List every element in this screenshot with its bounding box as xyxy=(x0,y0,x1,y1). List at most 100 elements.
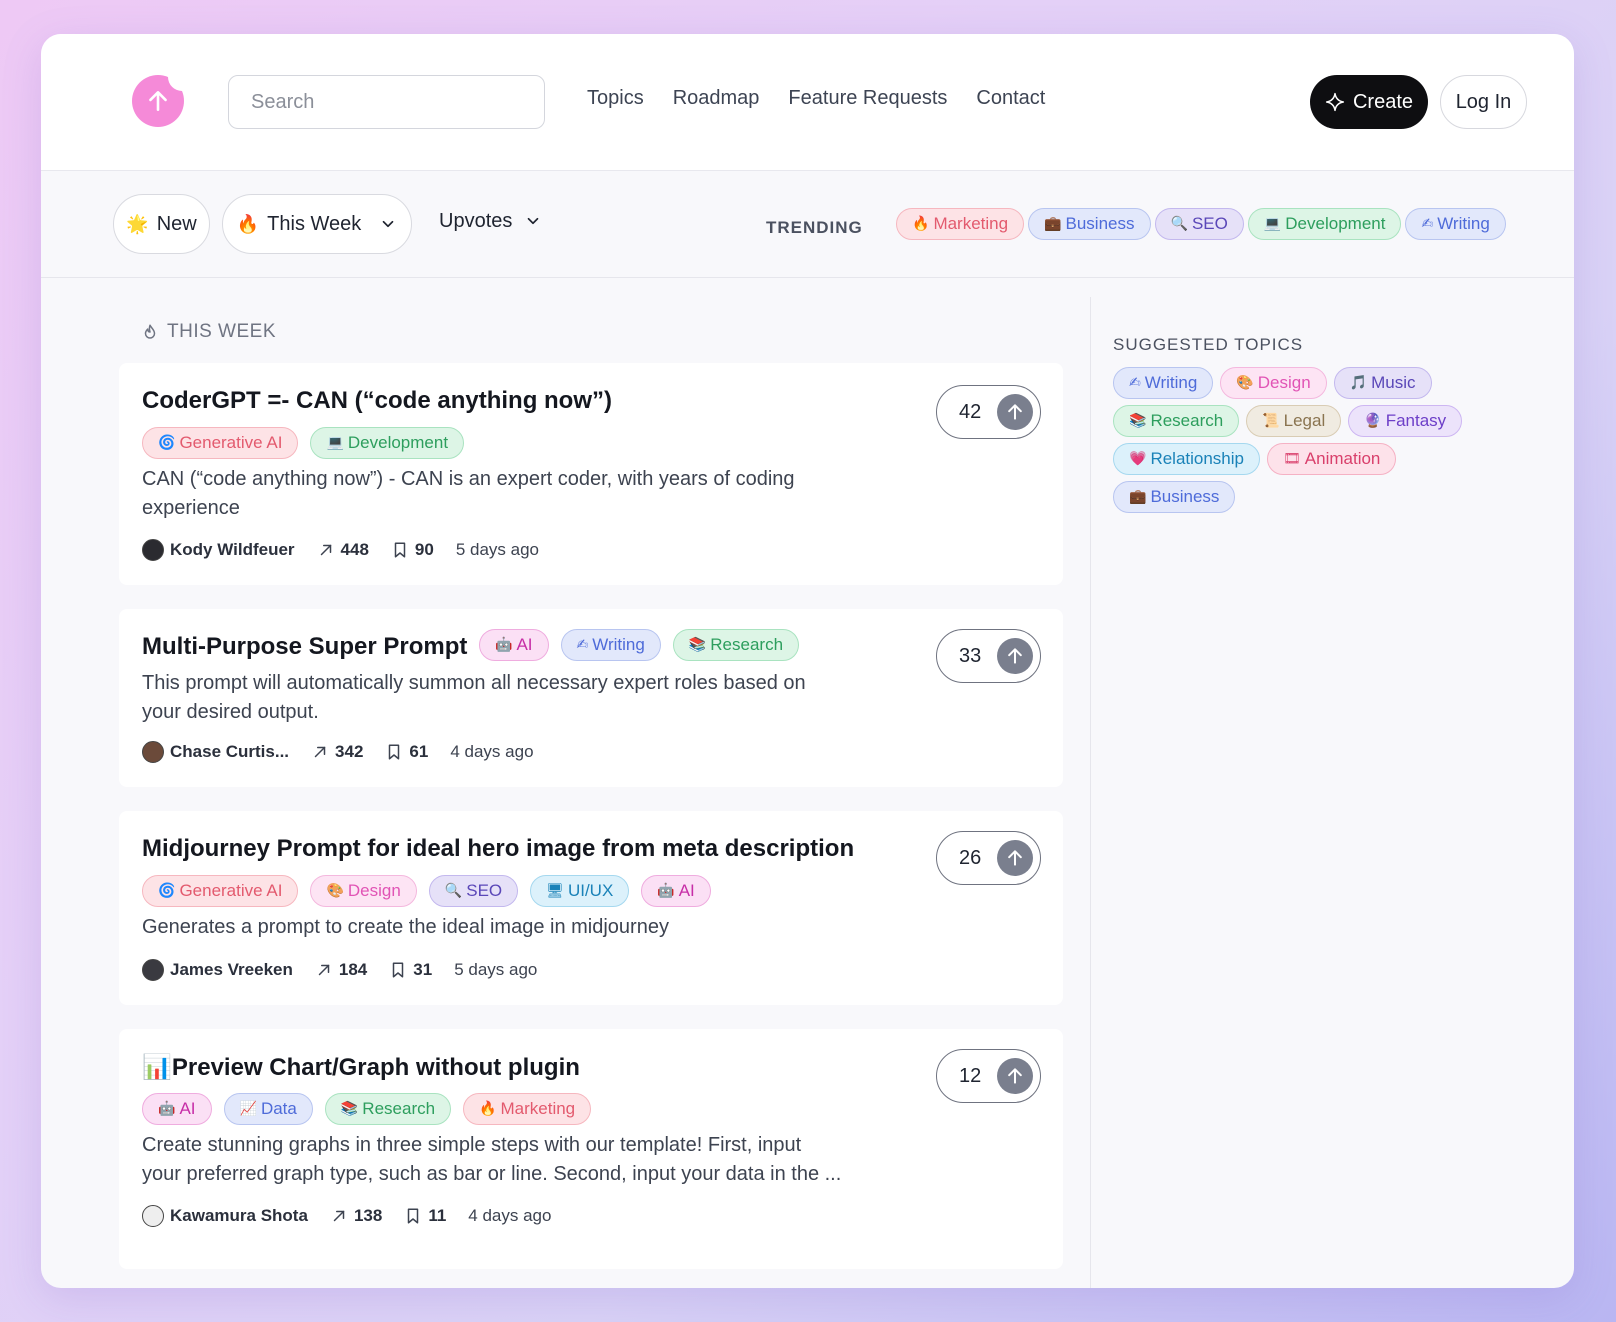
login-button[interactable]: Log In xyxy=(1440,75,1527,129)
fire-icon: 🔥 xyxy=(236,213,260,235)
post-time: 5 days ago xyxy=(455,540,540,559)
tag-label: Development xyxy=(1285,214,1386,233)
tag-emoji-icon: ✍ xyxy=(1421,216,1434,232)
sort-dropdown[interactable]: Upvotes xyxy=(439,191,542,251)
tag-marketing[interactable]: 🔥 Marketing xyxy=(896,208,1025,240)
tag-music[interactable]: 🎵 Music xyxy=(1333,367,1432,399)
tag-generative-ai[interactable]: 🌀 Generative AI xyxy=(142,875,299,907)
tag-generative-ai[interactable]: 🌀 Generative AI xyxy=(142,427,299,459)
upvote-button[interactable]: 12 xyxy=(936,1049,1041,1103)
share-count[interactable]: 184 xyxy=(315,960,367,980)
tag-research[interactable]: 📚 Research xyxy=(672,629,800,661)
post-author[interactable]: Chase Curtis... xyxy=(142,741,289,763)
time-range-dropdown[interactable]: 🔥 This Week xyxy=(222,194,412,254)
bookmark-icon xyxy=(408,1208,419,1224)
nav-feature-requests[interactable]: Feature Requests xyxy=(788,87,947,110)
post-title[interactable]: Multi-Purpose Super Prompt xyxy=(142,633,467,661)
new-filter-button[interactable]: 🌟 New xyxy=(113,194,210,254)
tag-research[interactable]: 📚 Research xyxy=(1113,405,1240,437)
tag-emoji-icon: 💼 xyxy=(1044,216,1062,232)
tag-emoji-icon: 🌀 xyxy=(158,435,176,451)
search-input[interactable] xyxy=(228,75,545,129)
tag-emoji-icon: 🖥 xyxy=(546,883,564,899)
post-title[interactable]: CoderGPT =- CAN (“code anything now”) xyxy=(142,387,612,415)
save-count[interactable]: 31 xyxy=(389,960,432,980)
tag-business[interactable]: 💼 Business xyxy=(1113,481,1236,513)
tag-business[interactable]: 💼 Business xyxy=(1028,208,1151,240)
tag-label: Design xyxy=(1257,373,1311,392)
post-card[interactable]: CoderGPT =- CAN (“code anything now”) 🌀 Ge… xyxy=(119,363,1063,585)
nav-topics[interactable]: Topics xyxy=(587,87,644,110)
post-tags: 🤖 AI ✍ Writing 📚 Research xyxy=(479,629,800,661)
arrow-up-icon xyxy=(1008,850,1022,866)
tag-seo[interactable]: 🔍 SEO xyxy=(1154,208,1244,240)
save-count[interactable]: 11 xyxy=(404,1206,446,1226)
tag-marketing[interactable]: 🔥 Marketing xyxy=(463,1093,592,1125)
save-count[interactable]: 61 xyxy=(385,742,428,762)
nav-contact[interactable]: Contact xyxy=(976,87,1045,110)
tag-writing[interactable]: ✍ Writing xyxy=(1405,208,1506,240)
section-title: THIS WEEK xyxy=(141,321,276,343)
post-author[interactable]: Kawamura Shota xyxy=(142,1205,308,1227)
tag-ai[interactable]: 🤖 AI xyxy=(479,629,549,661)
upvote-count: 33 xyxy=(959,644,982,667)
tag-design[interactable]: 🎨 Design xyxy=(1220,367,1327,399)
tag-animation[interactable]: 🎞 Animation xyxy=(1267,443,1397,475)
tag-development[interactable]: 💻 Development xyxy=(1247,208,1402,240)
tag-data[interactable]: 📈 Data xyxy=(223,1093,313,1125)
save-count-value: 31 xyxy=(413,960,433,979)
tag-writing[interactable]: ✍ Writing xyxy=(560,629,661,661)
tag-fantasy[interactable]: 🔮 Fantasy xyxy=(1348,405,1463,437)
suggested-topics-row: 📚 Research 📜 Legal 🔮 Fantasy xyxy=(1113,405,1463,437)
tag-seo[interactable]: 🔍 SEO xyxy=(428,875,519,907)
tag-legal[interactable]: 📜 Legal xyxy=(1246,405,1342,437)
logo[interactable] xyxy=(132,73,186,127)
share-count[interactable]: 138 xyxy=(330,1206,382,1226)
tag-writing[interactable]: ✍ Writing xyxy=(1113,367,1214,399)
post-title[interactable]: Midjourney Prompt for ideal hero image f… xyxy=(142,835,854,863)
post-author[interactable]: Kody Wildfeuer xyxy=(142,539,295,561)
tag-emoji-icon: 🌀 xyxy=(158,883,176,899)
tag-label: Marketing xyxy=(933,214,1009,233)
post-tags: 🌀 Generative AI 💻 Development xyxy=(142,427,465,459)
tag-development[interactable]: 💻 Development xyxy=(310,427,465,459)
tag-emoji-icon: 🤖 xyxy=(158,1101,176,1117)
tag-emoji-icon: 🤖 xyxy=(495,637,513,653)
post-title[interactable]: 📊Preview Chart/Graph without plugin xyxy=(142,1053,580,1082)
nav-roadmap[interactable]: Roadmap xyxy=(673,87,760,110)
post-card[interactable]: Multi-Purpose Super Prompt 🤖 AI ✍ Writing 📚 Re… xyxy=(119,609,1063,787)
tag-ai[interactable]: 🤖 AI xyxy=(641,875,711,907)
tag-label: Business xyxy=(1150,487,1220,506)
save-count[interactable]: 90 xyxy=(391,540,434,560)
upvote-button[interactable]: 33 xyxy=(936,629,1041,683)
sparkle-icon xyxy=(1325,92,1345,112)
tag-ui-ux[interactable]: 🖥 UI/UX xyxy=(530,875,630,907)
share-count[interactable]: 342 xyxy=(311,742,363,762)
filter-bar: 🌟 New 🔥 This Week Upvotes TRENDING 🔥 Mark… xyxy=(41,171,1574,278)
tag-design[interactable]: 🎨 Design xyxy=(310,875,417,907)
tag-emoji-icon: 💗 xyxy=(1129,451,1147,467)
post-author[interactable]: James Vreeken xyxy=(142,959,293,981)
avatar xyxy=(142,959,164,981)
arrow-up-icon xyxy=(1008,648,1022,664)
tag-relationship[interactable]: 💗 Relationship xyxy=(1113,443,1260,475)
upvote-button[interactable]: 26 xyxy=(936,831,1041,885)
arrow-up-right-icon xyxy=(320,544,331,556)
star-icon: 🌟 xyxy=(126,213,149,235)
tag-label: AI xyxy=(678,881,695,900)
create-button[interactable]: Create xyxy=(1310,75,1428,129)
tag-emoji-icon: 💻 xyxy=(1263,216,1282,232)
post-card[interactable]: Midjourney Prompt for ideal hero image f… xyxy=(119,811,1063,1005)
upvote-arrow xyxy=(997,394,1033,430)
tag-ai[interactable]: 🤖 AI xyxy=(142,1093,212,1125)
author-name: James Vreeken xyxy=(170,960,293,979)
tag-emoji-icon: ✍ xyxy=(576,637,589,653)
tag-emoji-icon: 🔍 xyxy=(444,883,463,899)
upvote-button[interactable]: 42 xyxy=(936,385,1041,439)
post-card[interactable]: 📊Preview Chart/Graph without plugin 🤖 AI 📈 D… xyxy=(119,1029,1063,1269)
share-count[interactable]: 448 xyxy=(317,540,369,560)
tag-research[interactable]: 📚 Research xyxy=(324,1093,452,1125)
tag-label: Research xyxy=(710,635,784,654)
tag-label: Writing xyxy=(592,635,645,654)
bookmark-icon xyxy=(393,962,404,978)
